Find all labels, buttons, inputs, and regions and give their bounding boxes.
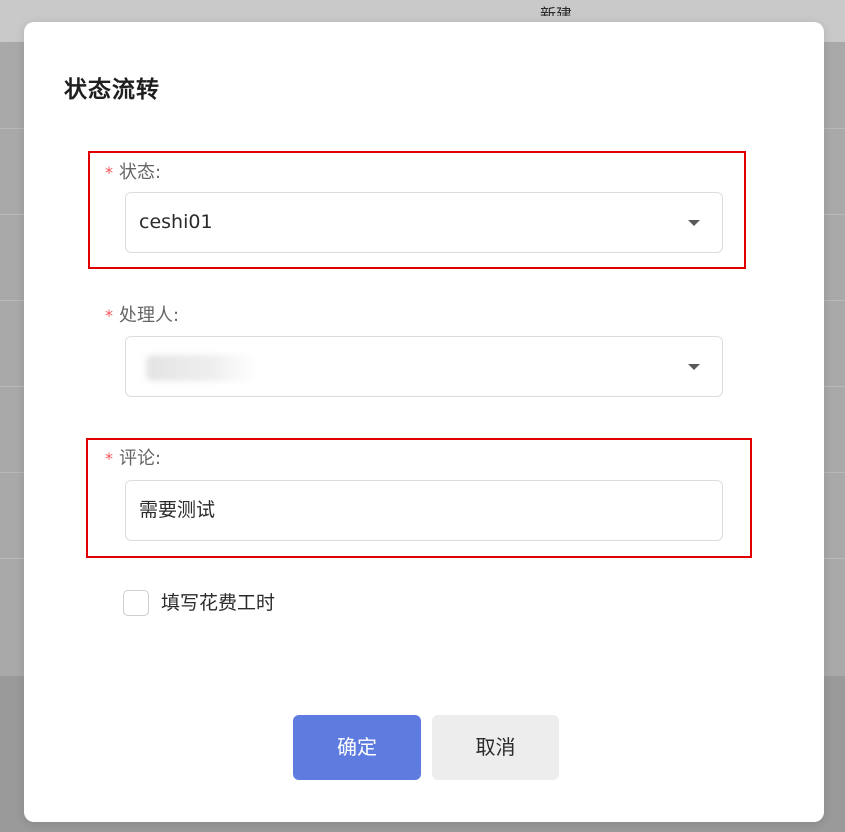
log-hours-label[interactable]: 填写花费工时 [161, 589, 275, 617]
handler-obscured-value [146, 355, 256, 381]
required-mark: * [105, 306, 113, 325]
cancel-button[interactable]: 取消 [432, 715, 559, 780]
background-new-label: 新建 [540, 5, 573, 16]
dialog-title: 状态流转 [64, 77, 160, 103]
comment-field-highlight [86, 438, 752, 558]
handler-select[interactable] [125, 336, 723, 397]
handler-label: * 处理人: [105, 305, 179, 327]
confirm-button[interactable]: 确定 [293, 715, 421, 780]
status-field-highlight [88, 151, 746, 269]
handler-label-text: 处理人: [119, 305, 180, 326]
log-hours-checkbox[interactable] [123, 590, 149, 616]
status-transition-dialog: 状态流转 * 状态: ceshi01 * 处理人: * 评论: 需要测试 填写花费工时… [24, 22, 824, 822]
chevron-down-icon [688, 364, 700, 370]
